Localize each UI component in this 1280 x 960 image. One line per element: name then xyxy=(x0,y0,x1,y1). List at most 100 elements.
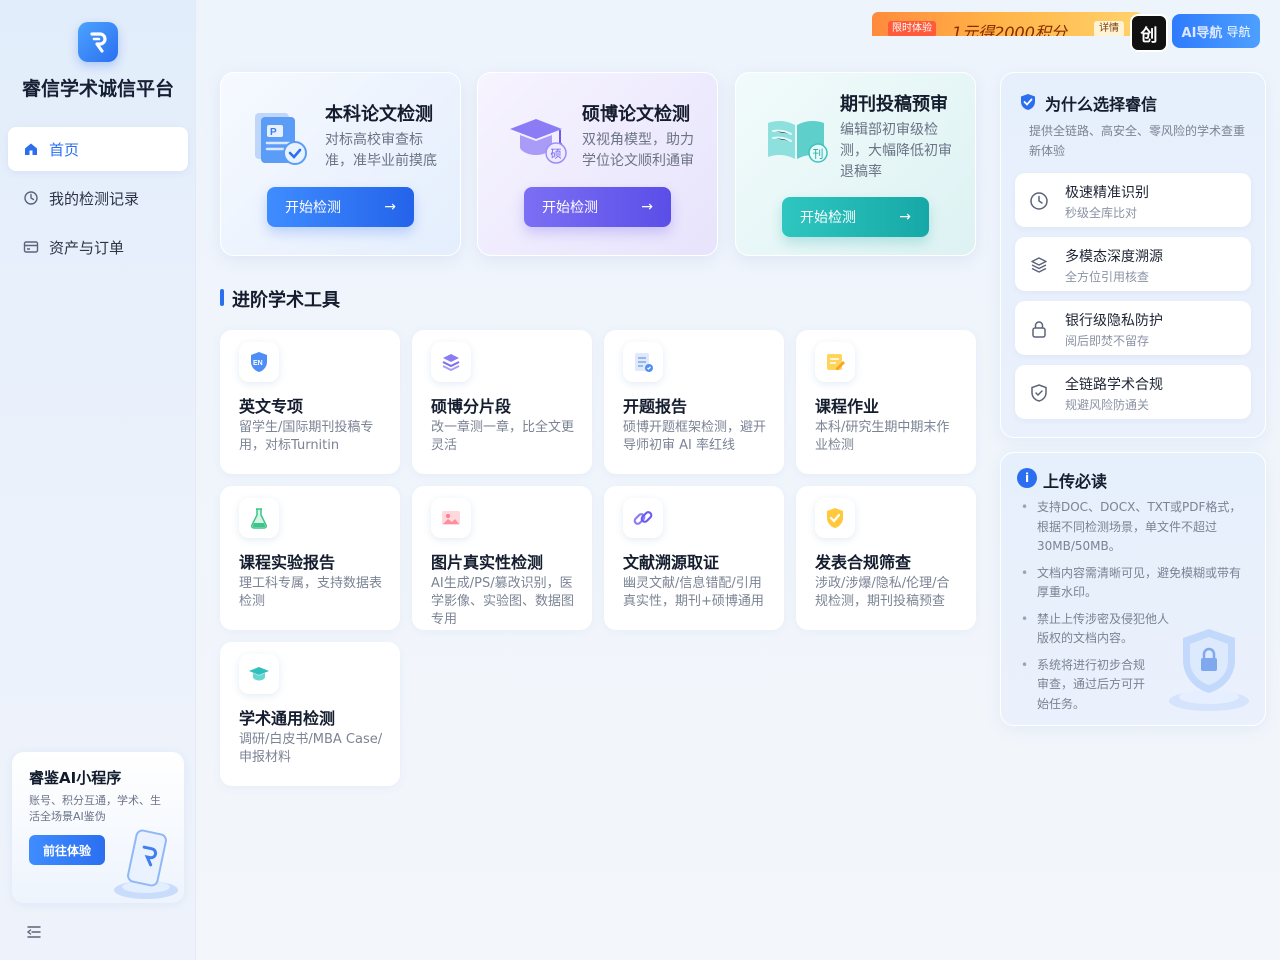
tool-desc: 本科/研究生期中期末作业检测 xyxy=(815,420,950,453)
hero-card-title: 本科论文检测 xyxy=(325,104,433,125)
feature-sub: 秒级全库比对 xyxy=(1065,206,1138,220)
clock-icon xyxy=(1029,191,1049,211)
hero-card-desc: 双视角模型，助力学位论文顺利通审 xyxy=(582,132,694,169)
tool-card-compliance[interactable]: 发表合规筛查 涉政/涉爆/隐私/伦理/合规检测，期刊投稿预查 xyxy=(796,486,976,630)
start-check-button-journal[interactable]: 开始检测 → xyxy=(782,197,929,237)
tool-name: 英文专项 xyxy=(239,397,304,416)
tool-name: 学术通用检测 xyxy=(239,709,336,728)
en-shield-icon: EN xyxy=(239,342,279,382)
tool-card-proposal[interactable]: 开题报告 硕博开题框架检测，避开导师初审 AI 率红线 xyxy=(604,330,784,474)
feature-item: 银行级隐私防护 阅后即焚不留存 xyxy=(1015,301,1251,355)
image-icon xyxy=(431,498,471,538)
tool-desc: 理工科专属，支持数据表检测 xyxy=(239,576,383,609)
upload-rule: 文档内容需清晰可见，避免模糊或带有厚重水印。 xyxy=(1021,564,1245,603)
sidebar-item-orders[interactable]: 资产与订单 xyxy=(8,225,188,269)
shield-check-icon xyxy=(1019,93,1037,111)
mini-program-button[interactable]: 前往体验 xyxy=(29,835,105,865)
hero-card-desc: 编辑部初审级检测，大幅降低初审退稿率 xyxy=(840,122,952,180)
arrow-right-icon: → xyxy=(641,199,653,215)
link-icon xyxy=(623,498,663,538)
why-choose-panel: 为什么选择睿信 提供全链路、高安全、零风险的学术查重新体验 极速精准识别 秒级全… xyxy=(1000,72,1266,438)
feature-name: 银行级隐私防护 xyxy=(1065,313,1163,329)
layers-icon xyxy=(431,342,471,382)
button-label: 开始检测 xyxy=(285,200,341,216)
mini-program-title: 睿鉴AI小程序 xyxy=(29,769,122,787)
tool-card-citation[interactable]: 文献溯源取证 幽灵文献/信息错配/引用真实性，期刊+硕博通用 xyxy=(604,486,784,630)
badge-label: 刊 xyxy=(813,148,824,161)
tool-card-segment[interactable]: 硕博分片段 改一章测一章，比全文更灵活 xyxy=(412,330,592,474)
sidebar-item-label: 资产与订单 xyxy=(49,238,125,257)
tool-desc: AI生成/PS/篡改识别，医学影像、实验图、数据图专用 xyxy=(431,576,575,627)
promo-tag: 限时体验 xyxy=(888,21,936,36)
report-icon xyxy=(623,342,663,382)
hero-card-title: 期刊投稿预审 xyxy=(840,94,948,115)
ai-nav-sub: 导航 xyxy=(1226,24,1251,39)
start-check-button-undergrad[interactable]: 开始检测 → xyxy=(267,187,414,227)
shield-check-icon xyxy=(1029,383,1049,403)
upload-rule: 禁止上传涉密及侵犯他人版权的文档内容。 xyxy=(1021,610,1171,649)
promo-banner[interactable]: 限时体验 1元得2000积分 详情 xyxy=(872,12,1142,36)
open-book-icon: 刊 xyxy=(764,107,828,171)
badge-label: 硕 xyxy=(551,148,562,161)
button-label: 开始检测 xyxy=(800,210,856,226)
flask-icon xyxy=(239,498,279,538)
why-title: 为什么选择睿信 xyxy=(1045,95,1158,114)
tool-name: 图片真实性检测 xyxy=(431,553,544,572)
upload-rule: 系统将进行初步合规审查，通过后方可开始任务。 xyxy=(1021,656,1155,715)
start-check-button-master[interactable]: 开始检测 → xyxy=(524,187,671,227)
tool-desc: 幽灵文献/信息错配/引用真实性，期刊+硕博通用 xyxy=(623,576,764,609)
info-icon: i xyxy=(1017,468,1037,488)
upload-notes-panel: i 上传必读 支持DOC、DOCX、TXT或PDF格式，根据不同检测场景，单文件… xyxy=(1000,452,1266,726)
hero-card-journal: 刊 期刊投稿预审 编辑部初审级检测，大幅降低初审退稿率 开始检测 → xyxy=(735,72,976,256)
sidebar-item-label: 首页 xyxy=(49,140,80,159)
tool-card-lab-report[interactable]: 课程实验报告 理工科专属，支持数据表检测 xyxy=(220,486,400,630)
tool-card-homework[interactable]: 课程作业 本科/研究生期中期末作业检测 xyxy=(796,330,976,474)
history-icon xyxy=(22,189,40,207)
tool-desc: 改一章测一章，比全文更灵活 xyxy=(431,420,575,453)
feature-name: 多模态深度溯源 xyxy=(1065,249,1163,265)
lock-icon xyxy=(1029,319,1049,339)
ai-nav-label: AI导航 xyxy=(1181,25,1223,41)
mini-program-desc: 账号、积分互通，学术、生活全场景AI鉴伪 xyxy=(29,794,161,823)
arrow-right-icon: → xyxy=(384,199,396,215)
tool-card-image[interactable]: 图片真实性检测 AI生成/PS/篡改识别，医学影像、实验图、数据图专用 xyxy=(412,486,592,630)
ai-nav-button[interactable]: AI导航 导航 xyxy=(1172,14,1260,48)
sidebar-item-home[interactable]: 首页 xyxy=(8,127,188,171)
promo-detail-link[interactable]: 详情 xyxy=(1094,21,1124,36)
section-title-advanced-tools: 进阶学术工具 xyxy=(220,286,340,312)
tool-name: 发表合规筛查 xyxy=(815,553,912,572)
tool-name: 开题报告 xyxy=(623,397,688,416)
hero-card-desc: 对标高校审查标准，准毕业前摸底 xyxy=(325,132,437,169)
upload-rules-list: 支持DOC、DOCX、TXT或PDF格式，根据不同检测场景，单文件不超过30MB… xyxy=(1021,498,1245,721)
why-desc: 提供全链路、高安全、零风险的学术查重新体验 xyxy=(1029,124,1246,158)
arrow-right-icon: → xyxy=(899,209,911,225)
mini-program-card: 睿鉴AI小程序 账号、积分互通，学术、生活全场景AI鉴伪 前往体验 xyxy=(12,752,184,903)
graduation-cap-icon xyxy=(239,654,279,694)
tool-card-english[interactable]: EN 英文专项 留学生/国际期刊投稿专用，对标Turnitin xyxy=(220,330,400,474)
upload-rule: 支持DOC、DOCX、TXT或PDF格式，根据不同检测场景，单文件不超过30MB… xyxy=(1021,498,1245,557)
tool-desc: 涉政/涉爆/隐私/伦理/合规检测，期刊投稿预查 xyxy=(815,576,950,609)
feature-item: 多模态深度溯源 全方位引用核查 xyxy=(1015,237,1251,291)
app-logo[interactable] xyxy=(78,22,118,62)
phone-illustration-icon xyxy=(108,824,184,903)
douyin-app-icon[interactable]: 创 xyxy=(1130,14,1168,52)
tool-name: 课程作业 xyxy=(815,397,880,416)
tool-card-general[interactable]: 学术通用检测 调研/白皮书/MBA Case/申报材料 xyxy=(220,642,400,786)
douyin-label: 创 xyxy=(1140,25,1158,46)
sidebar-item-history[interactable]: 我的检测记录 xyxy=(8,176,188,220)
card-icon xyxy=(22,238,40,256)
collapse-sidebar-icon[interactable] xyxy=(26,924,42,940)
feature-item: 极速精准识别 秒级全库比对 xyxy=(1015,173,1251,227)
button-label: 开始检测 xyxy=(542,200,598,216)
stack-icon xyxy=(1029,255,1049,275)
check-shield-icon xyxy=(815,498,855,538)
upload-title: 上传必读 xyxy=(1043,472,1108,491)
tool-name: 文献溯源取证 xyxy=(623,553,720,572)
home-icon xyxy=(22,140,40,158)
feature-name: 全链路学术合规 xyxy=(1065,377,1163,393)
feature-item: 全链路学术合规 规避风险防通关 xyxy=(1015,365,1251,419)
feature-name: 极速精准识别 xyxy=(1065,185,1149,201)
tool-name: 课程实验报告 xyxy=(239,553,336,572)
en-badge-label: EN xyxy=(253,360,263,367)
tool-desc: 调研/白皮书/MBA Case/申报材料 xyxy=(239,732,383,765)
